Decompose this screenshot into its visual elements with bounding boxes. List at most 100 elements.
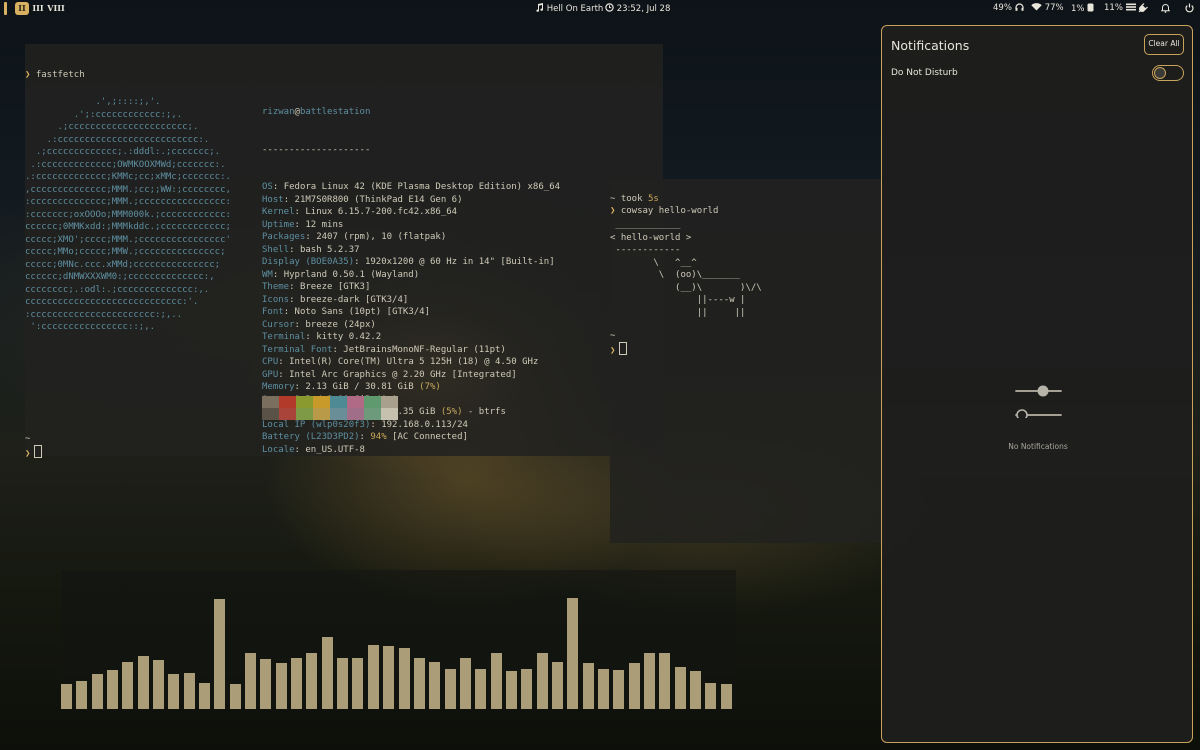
wifi-widget[interactable]: 77% bbox=[1031, 3, 1064, 14]
visualizer-bar bbox=[720, 683, 732, 709]
visualizer-bar bbox=[475, 668, 487, 709]
cowsay-line: ------------ bbox=[610, 245, 681, 255]
info-row: OS: Fedora Linux 42 (KDE Plasma Desktop … bbox=[262, 182, 561, 192]
info-key: OS bbox=[262, 182, 273, 192]
logo-line: :cccccccccccccc;MMM.;cccccccccccccccc: bbox=[25, 197, 231, 207]
top-bar: II III VIII Hell On Earth 23:52, Jul 28 … bbox=[0, 0, 1200, 18]
info-row: Font: Noto Sans (10pt) [GTK3/4] bbox=[262, 307, 430, 317]
palette-swatch bbox=[279, 396, 296, 408]
visualizer-bar bbox=[321, 636, 333, 709]
info-value: 94% [AC Connected] bbox=[370, 432, 468, 442]
memory-value: 11% bbox=[1104, 3, 1123, 13]
media-widget[interactable]: Hell On Earth bbox=[536, 3, 603, 15]
info-value: JetBrainsMonoNF-Regular (11pt) bbox=[343, 344, 506, 355]
visualizer-bar bbox=[199, 682, 211, 709]
memory-widget[interactable]: 11% bbox=[1104, 3, 1136, 14]
workspace-button-iii[interactable]: III bbox=[31, 2, 45, 15]
command-text: cowsay hello-world bbox=[620, 206, 719, 216]
prompt-symbol: ❯ bbox=[610, 206, 616, 216]
visualizer-bar bbox=[505, 671, 517, 709]
visualizer-bar bbox=[383, 646, 395, 709]
visualizer-bar bbox=[260, 658, 272, 709]
info-row: Theme: Breeze [GTK3] bbox=[262, 282, 371, 292]
info-value: breeze-dark [GTK3/4] bbox=[299, 294, 409, 305]
do-not-disturb-toggle[interactable] bbox=[1152, 65, 1184, 81]
info-key: GPU bbox=[262, 369, 279, 380]
visualizer-bar bbox=[122, 661, 134, 709]
visualizer-bar bbox=[567, 597, 579, 709]
clear-all-button[interactable]: Clear All bbox=[1144, 34, 1184, 55]
power-button[interactable] bbox=[1185, 3, 1194, 16]
music-note-icon bbox=[536, 3, 544, 15]
prompt-symbol: ❯ bbox=[25, 70, 31, 80]
system-info: rizwan@battlestation -------------------… bbox=[262, 81, 560, 481]
info-value: 21M7S0R800 (ThinkPad E14 Gen 6) bbox=[294, 194, 463, 205]
cowsay-line: < hello-world > bbox=[610, 232, 692, 243]
workspace-button-viii[interactable]: VIII bbox=[47, 2, 65, 15]
clock-widget[interactable]: 23:52, Jul 28 bbox=[605, 3, 670, 15]
info-key: Battery (L23D3PD2) bbox=[262, 432, 360, 442]
cowsay-line: || || bbox=[610, 307, 746, 318]
info-key: Terminal bbox=[262, 332, 306, 342]
logo-line: :ccccccccccccccccccccccc:;,.. bbox=[25, 309, 183, 320]
info-value: bash 5.2.37 bbox=[299, 244, 360, 255]
info-row: Locale: en_US.UTF-8 bbox=[262, 444, 365, 455]
visualizer-bar bbox=[613, 670, 625, 709]
logo-line: cccccccc;.:odl:.;cccccccccccccc:,. bbox=[25, 284, 210, 295]
visualizer-bar bbox=[183, 672, 195, 709]
visualizer-bar bbox=[91, 674, 103, 709]
terminal-window-cowsay[interactable]: ~ took 5s ❯ cowsay hello-world _________… bbox=[610, 179, 882, 543]
command-text: fastfetch bbox=[35, 70, 85, 80]
info-value: breeze (24px) bbox=[305, 319, 376, 330]
cpu-icon bbox=[1087, 3, 1094, 15]
visualizer-bar bbox=[429, 661, 441, 709]
prompt-tilde: ~ bbox=[25, 434, 31, 444]
terminal-window-fastfetch[interactable]: ❯ fastfetch .',;::::;,'. .';:ccccccccccc… bbox=[25, 44, 663, 459]
visualizer-bar bbox=[536, 653, 548, 709]
info-row: Kernel: Linux 6.15.7-200.fc42.x86_64 bbox=[262, 207, 458, 217]
logo-line: cccccc;0MMKxdd:;MMMkddc.;cccccccccccc; bbox=[25, 222, 231, 232]
cowsay-line: (__)\ )\/\ bbox=[610, 282, 762, 293]
volume-widget[interactable]: 49% bbox=[993, 3, 1024, 14]
visualizer-bar bbox=[214, 599, 226, 709]
palette-swatch bbox=[330, 396, 347, 408]
visualizer-bar bbox=[275, 663, 287, 709]
visualizer-bar bbox=[521, 668, 533, 709]
memory-icon bbox=[1125, 3, 1136, 14]
info-key: Packages bbox=[262, 232, 306, 242]
logo-line: cccccc;dNMWXXXWM0:;cccccccccccccc:, bbox=[25, 272, 215, 282]
visualizer-bar bbox=[76, 681, 88, 709]
logo-line: .:ccccccccccccc;OWMKOOXMWd;ccccccc:. bbox=[25, 159, 226, 170]
toggle-knob bbox=[1154, 67, 1166, 79]
info-row: Host: 21M7S0R800 (ThinkPad E14 Gen 6) bbox=[262, 194, 463, 205]
power-plug-button[interactable] bbox=[1138, 3, 1148, 16]
visualizer-bar bbox=[352, 657, 364, 709]
took-value: 5s bbox=[647, 194, 659, 204]
visualizer-bar bbox=[674, 667, 686, 709]
palette-swatch bbox=[296, 396, 313, 408]
logo-line: ccccccccccccccccccccccccccccc:'. bbox=[25, 297, 199, 307]
notification-bell-button[interactable] bbox=[1160, 3, 1171, 16]
workspace-button-ii[interactable]: II bbox=[15, 2, 29, 15]
info-value: Linux 6.15.7-200.fc42.x86_64 bbox=[305, 207, 458, 217]
active-prompt[interactable]: ❯ bbox=[25, 445, 43, 461]
info-key: Memory bbox=[262, 382, 295, 392]
info-row: Display (BOE0A35): 1920x1200 @ 60 Hz in … bbox=[262, 257, 555, 267]
visualizer-bar bbox=[229, 683, 241, 709]
info-row: WM: Hyprland 0.50.1 (Wayland) bbox=[262, 269, 420, 280]
info-key: Icons bbox=[262, 294, 290, 305]
cowsay-line: \ (oo)\_______ bbox=[610, 270, 741, 280]
cowsay-line: ||----w | bbox=[610, 295, 746, 305]
palette-swatch bbox=[296, 408, 313, 420]
visualizer-bar bbox=[705, 682, 717, 709]
info-row: GPU: Intel Arc Graphics @ 2.20 GHz [Inte… bbox=[262, 369, 517, 380]
info-key: WM bbox=[262, 269, 273, 280]
info-value: Fedora Linux 42 (KDE Plasma Desktop Edit… bbox=[283, 182, 561, 192]
info-row: Cursor: breeze (24px) bbox=[262, 319, 376, 330]
bell-icon bbox=[1160, 3, 1171, 16]
info-value: Intel(R) Core(TM) Ultra 5 125H (18) @ 4.… bbox=[289, 357, 539, 367]
active-prompt[interactable]: ❯ bbox=[610, 342, 628, 358]
info-key: Display (BOE0A35) bbox=[262, 257, 355, 267]
info-row: Icons: breeze-dark [GTK3/4] bbox=[262, 294, 409, 305]
cpu-widget[interactable]: 1% bbox=[1071, 3, 1094, 15]
